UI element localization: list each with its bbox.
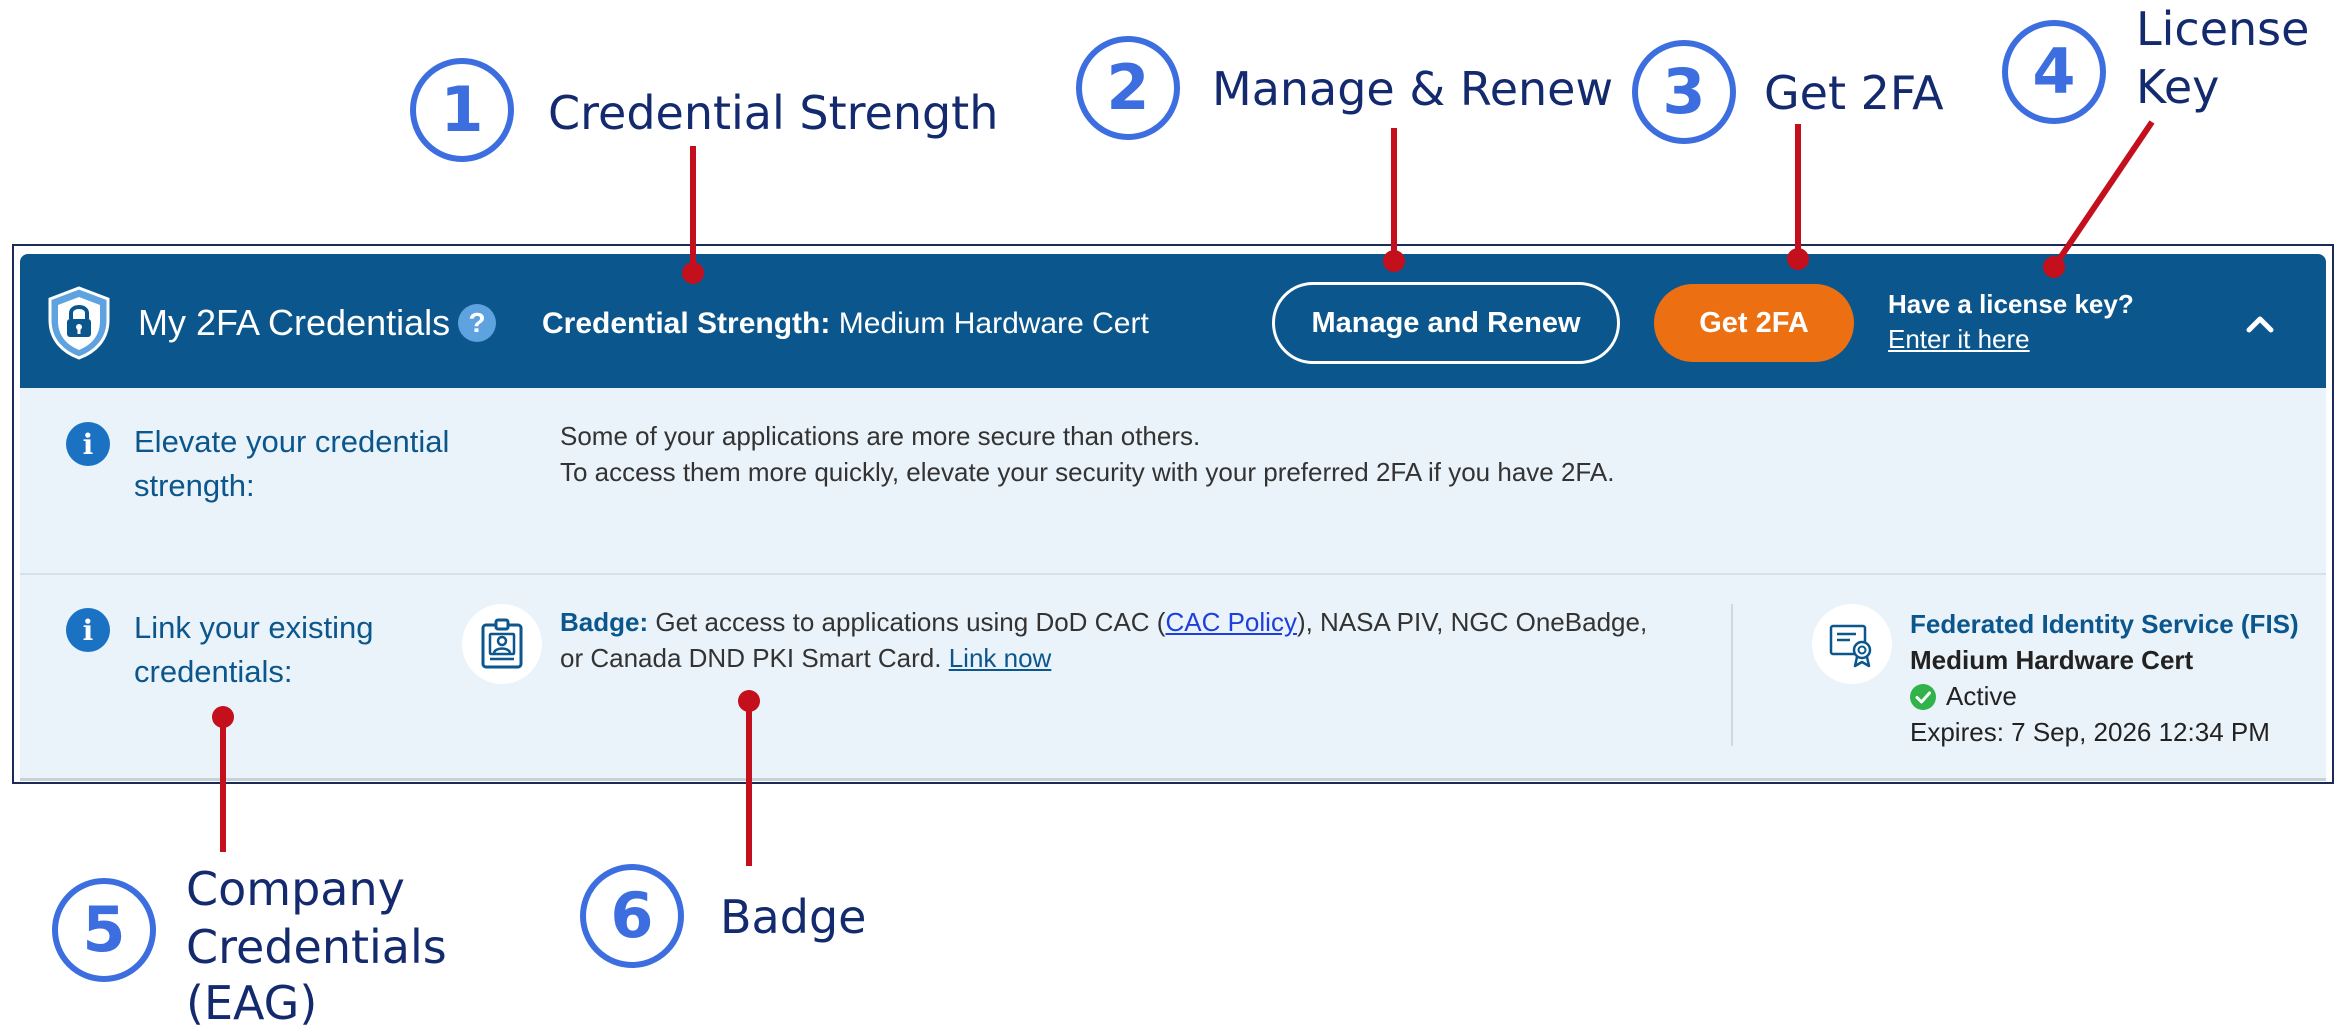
- callout-5-label-line3: (EAG): [186, 976, 318, 1030]
- elevate-description: Some of your applications are more secur…: [560, 418, 1614, 490]
- fis-strength: Medium Hardware Cert: [1910, 645, 2194, 675]
- credential-strength-value: Medium Hardware Cert: [838, 307, 1149, 340]
- fis-credential-card: Federated Identity Service (FIS) Medium …: [1910, 606, 2299, 750]
- shield-lock-icon: [46, 286, 112, 360]
- callout-2-pin-dot: [1383, 250, 1405, 272]
- callout-6-label: Badge: [720, 890, 867, 944]
- callout-6-circle: 6: [580, 864, 684, 968]
- fis-expires: Expires: 7 Sep, 2026 12:34 PM: [1910, 717, 2270, 747]
- check-circle-icon: [1910, 683, 1936, 710]
- id-badge-icon: [462, 604, 542, 684]
- callout-1-label: Credential Strength: [548, 86, 999, 140]
- enter-license-key-link[interactable]: Enter it here: [1888, 324, 2030, 355]
- info-icon: i: [66, 608, 110, 652]
- callout-4-label-line1: License: [2136, 2, 2310, 56]
- callout-6-pin-dot: [738, 690, 760, 712]
- callout-3-label: Get 2FA: [1764, 66, 1944, 120]
- callout-5-label-line1: Company: [186, 862, 405, 916]
- info-icon: i: [66, 422, 110, 466]
- callout-1-pin-dot: [682, 262, 704, 284]
- callout-5-circle: 5: [52, 878, 156, 982]
- help-icon[interactable]: ?: [458, 304, 496, 342]
- cac-policy-link[interactable]: CAC Policy: [1165, 607, 1296, 637]
- license-key-question: Have a license key?: [1888, 289, 2134, 319]
- callout-2-label: Manage & Renew: [1212, 62, 1614, 116]
- callout-5-pin-line: [220, 718, 226, 852]
- credential-strength: Credential Strength: Medium Hardware Cer…: [542, 307, 1149, 341]
- fis-status-text: Active: [1946, 681, 2017, 711]
- callout-1-circle: 1: [410, 58, 514, 162]
- fis-title: Federated Identity Service (FIS): [1910, 609, 2299, 639]
- callout-4-circle: 4: [2002, 20, 2106, 124]
- link-credentials-title: Link your existing credentials:: [134, 610, 374, 689]
- badge-description: Badge: Get access to applications using …: [560, 607, 1648, 673]
- callout-2-pin-line: [1391, 128, 1397, 260]
- callout-1-pin-line: [690, 146, 696, 270]
- callout-3-pin-dot: [1787, 248, 1809, 270]
- callout-6-pin-line: [746, 700, 752, 866]
- callout-5-label-line2: Credentials: [186, 920, 447, 974]
- callout-2-circle: 2: [1076, 36, 1180, 140]
- callout-3-pin-line: [1795, 124, 1801, 258]
- fis-status: Active: [1910, 678, 2299, 714]
- widget-title: My 2FA Credentials: [138, 302, 451, 343]
- callout-4-label-line2: Key: [2136, 60, 2220, 114]
- badge-label: Badge:: [560, 607, 649, 637]
- get-2fa-button[interactable]: Get 2FA: [1654, 284, 1854, 362]
- certificate-icon: [1812, 604, 1892, 684]
- elevate-title: Elevate your credential strength:: [134, 424, 450, 503]
- credential-strength-label: Credential Strength:: [542, 307, 831, 340]
- link-now-link[interactable]: Link now: [949, 643, 1052, 673]
- elevate-line-1: Some of your applications are more secur…: [560, 421, 1201, 451]
- section-divider: [20, 573, 2326, 575]
- chevron-up-icon[interactable]: [2240, 304, 2280, 344]
- elevate-line-2: To access them more quickly, elevate you…: [560, 457, 1615, 487]
- callout-5-pin-dot: [212, 706, 234, 728]
- callout-4-pin: [2040, 110, 2160, 280]
- fis-divider: [1731, 604, 1733, 746]
- manage-and-renew-button[interactable]: Manage and Renew: [1272, 282, 1620, 364]
- callout-3-circle: 3: [1632, 40, 1736, 144]
